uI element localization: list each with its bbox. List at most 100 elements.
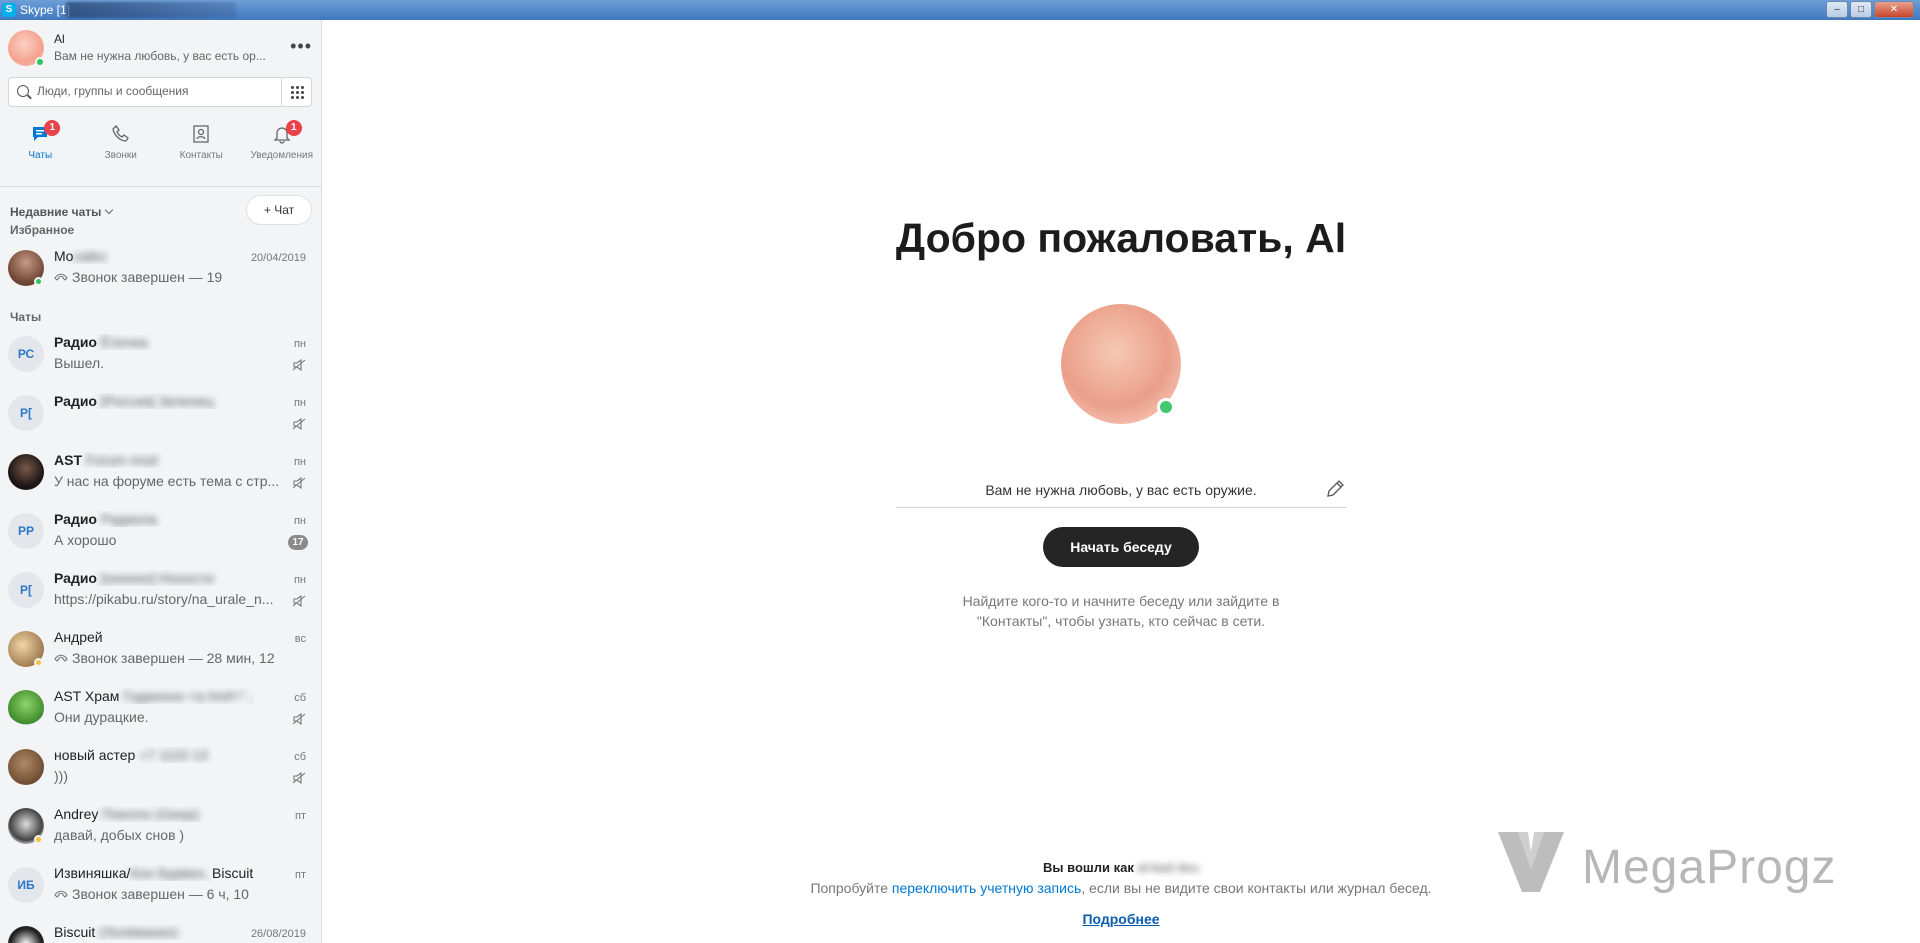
- call-ended-icon: [54, 273, 68, 281]
- close-button[interactable]: ✕: [1874, 1, 1914, 18]
- profile-header[interactable]: Al Вам не нужна любовь, у вас есть ор...…: [8, 30, 318, 70]
- muted-icon: [292, 772, 306, 784]
- main-panel: Добро пожаловать, Al Вам не нужна любовь…: [322, 20, 1920, 943]
- call-ended-icon: [54, 890, 68, 898]
- recent-chats-dropdown[interactable]: Недавние чаты: [10, 205, 114, 219]
- chat-date: 26/08/2019: [250, 928, 306, 940]
- user-avatar-large[interactable]: [1061, 304, 1181, 424]
- chat-item[interactable]: AST Forum mod У нас на форуме есть тема …: [0, 448, 321, 506]
- unread-count-badge: 17: [288, 535, 308, 550]
- away-status-icon: [34, 658, 43, 667]
- chat-date: вс: [294, 633, 306, 645]
- search-box: [8, 77, 312, 107]
- contact-avatar: Р[: [8, 395, 44, 431]
- chats-badge: 1: [44, 120, 61, 136]
- chat-name-blurred: Кон Бурвен,: [130, 865, 209, 881]
- tab-contacts[interactable]: Контакты: [161, 118, 242, 180]
- tab-notifications[interactable]: 1 Уведомления: [242, 118, 322, 180]
- online-status-icon: [35, 57, 45, 67]
- chat-name-tail: Biscuit...: [212, 865, 254, 881]
- chat-item[interactable]: ИБ Извиняшка/Кон Бурвен, Biscuit... Звон…: [0, 861, 321, 919]
- contacts-icon: [193, 125, 209, 143]
- chat-message: Звонок завершен — 28 мин, 12: [72, 650, 275, 666]
- chat-message: Звонок завершен — 6 ч, 10: [72, 886, 249, 902]
- maximize-button[interactable]: □: [1850, 1, 1872, 18]
- minimize-button[interactable]: –: [1826, 1, 1848, 18]
- new-chat-button[interactable]: + Чат: [246, 195, 312, 225]
- chat-name: Mo: [54, 248, 74, 264]
- chat-item[interactable]: Р[ Радио [нннннн] Нооости https://pikabu…: [0, 566, 321, 624]
- divider: [0, 186, 321, 187]
- contact-avatar: ИБ: [8, 867, 44, 903]
- online-status-icon: [1157, 398, 1175, 416]
- contact-avatar: РС: [8, 336, 44, 372]
- chat-date: пн: [293, 456, 306, 468]
- call-ended-icon: [54, 654, 68, 662]
- notifications-badge: 1: [285, 120, 302, 136]
- favorites-heading: Избранное: [10, 223, 75, 237]
- start-conversation-button[interactable]: Начать беседу: [1043, 527, 1199, 567]
- nav-tabs: 1 Чаты Звонки Контакты 1 Уведомления: [0, 118, 322, 180]
- search-input[interactable]: [37, 84, 277, 98]
- chat-item[interactable]: Р[ Радио [Россия] Зеленец пн: [0, 389, 321, 447]
- chat-name: Радио: [54, 393, 97, 409]
- chat-name-blurred: +7 1115 13: [139, 747, 208, 763]
- muted-icon: [292, 418, 306, 430]
- chat-item-favorite[interactable]: Mozaiko Звонок завершен — 19 20/04/2019: [0, 244, 321, 302]
- chat-date: пн: [293, 574, 306, 586]
- tab-chats[interactable]: 1 Чаты: [0, 118, 81, 180]
- chat-item[interactable]: новый астер +7 1115 13 ))) сб: [0, 743, 321, 801]
- contact-avatar: [8, 749, 44, 785]
- tab-chats-label: Чаты: [28, 150, 53, 161]
- sidebar: Al Вам не нужна любовь, у вас есть ор...…: [0, 20, 322, 943]
- mood-message-field[interactable]: Вам не нужна любовь, у вас есть оружие.: [896, 472, 1346, 508]
- chat-name: Радио: [54, 334, 97, 350]
- blurred-taskbar-area: [66, 2, 236, 18]
- megaprogz-watermark-logo: MegaProgz: [1494, 826, 1894, 906]
- chat-name-blurred: zaiko: [73, 248, 107, 264]
- chat-item[interactable]: РР Радио Радиола А хорошо пн 17: [0, 507, 321, 565]
- chat-name-blurred: Радиола: [100, 511, 157, 527]
- watermark-text: MegaProgz: [1582, 841, 1837, 894]
- chat-message: Они дурацкие.: [54, 709, 149, 725]
- more-options-icon[interactable]: •••: [290, 36, 312, 57]
- profile-mood: Вам не нужна любовь, у вас есть ор...: [54, 49, 266, 63]
- chat-item[interactable]: Андрей Звонок завершен — 28 мин, 12 вс: [0, 625, 321, 683]
- chat-name: Радио: [54, 570, 97, 586]
- chat-message: Звонок завершен — 19: [72, 269, 223, 285]
- chat-message: А хорошо: [54, 532, 117, 548]
- away-status-icon: [34, 835, 43, 844]
- chat-item[interactable]: Andrey Пнелло (Geep) давай, добых снов )…: [0, 802, 321, 860]
- new-chat-label: Чат: [274, 203, 295, 217]
- chat-message: давай, добых снов ): [54, 827, 185, 843]
- plus-icon: +: [263, 203, 271, 217]
- chat-item[interactable]: Biscuit (Лолёванко) 26/08/2019: [0, 920, 321, 943]
- chat-message: Вышел.: [54, 355, 105, 371]
- chat-name-blurred: [Россия] Зеленец: [100, 393, 214, 409]
- edit-pencil-icon[interactable]: [1324, 478, 1346, 500]
- online-status-icon: [34, 277, 43, 286]
- tab-calls[interactable]: Звонки: [81, 118, 162, 180]
- signed-in-account-blurred: al-bad dou: [1137, 860, 1199, 875]
- chat-name: AST Храм: [54, 688, 120, 704]
- dialpad-icon[interactable]: [281, 78, 311, 106]
- switch-account-link[interactable]: переключить учетную запись: [892, 880, 1081, 896]
- signed-in-prefix: Вы вошли как: [1043, 860, 1134, 875]
- welcome-heading: Добро пожаловать, Al: [895, 215, 1347, 261]
- chat-name: Andrey: [54, 806, 99, 822]
- recent-chats-label: Недавние чаты: [10, 205, 102, 219]
- hint-line-2: "Контакты", чтобы узнать, кто сейчас в с…: [976, 613, 1266, 629]
- chat-item[interactable]: РС Радио Ёлочка Вышел. пн: [0, 330, 321, 388]
- chats-heading: Чаты: [10, 310, 42, 324]
- chat-item[interactable]: AST Храм Годинннн <a href="... Они дурац…: [0, 684, 321, 742]
- learn-more-link[interactable]: Подробнее: [1082, 911, 1159, 927]
- chat-date: сб: [294, 751, 306, 763]
- chat-name-blurred: (Лолёванко): [99, 924, 178, 940]
- contact-avatar: РР: [8, 513, 44, 549]
- title-bar: S Skype [1] – □ ✕: [0, 0, 1920, 20]
- chat-name: новый астер: [54, 747, 136, 763]
- profile-name: Al: [54, 32, 65, 46]
- search-icon: [17, 85, 29, 97]
- chat-message: https://pikabu.ru/story/na_urale_n...: [54, 591, 274, 607]
- chat-message: ))): [54, 768, 68, 784]
